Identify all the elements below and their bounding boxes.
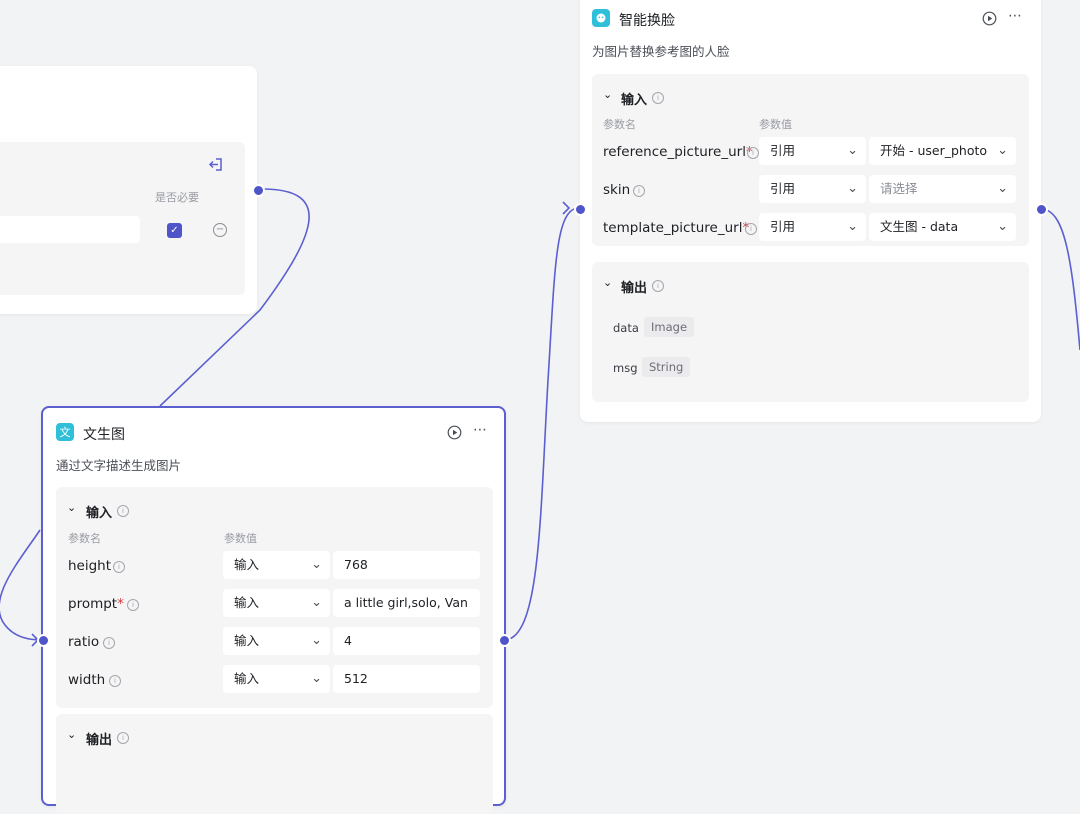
required-checkbox[interactable]: ✓ (167, 223, 182, 238)
output-section-title: 输出 (86, 733, 113, 748)
faceswap-input-section: ⌄ 输入 i 参数名 参数值 reference_picture_url* i … (592, 74, 1029, 246)
faceswap-output-port[interactable] (1035, 203, 1048, 216)
param-mode-select-reference[interactable]: 引用 ⌄ (759, 137, 866, 165)
exit-icon[interactable] (208, 157, 223, 176)
param-name-ratio: ratio (68, 634, 100, 650)
text2img-node-description: 通过文字描述生成图片 (56, 458, 182, 473)
more-options-icon[interactable]: ⋯ (473, 422, 488, 438)
faceswap-node[interactable]: 智能换脸 ⋯ 为图片替换参考图的人脸 ⌄ 输入 i 参数名 参数值 refere… (580, 0, 1041, 422)
param-mode-select-ratio[interactable]: 输入 ⌄ (223, 627, 330, 655)
output-type-badge: Image (644, 317, 695, 337)
output-section-title: 输出 (621, 281, 648, 296)
run-node-icon[interactable] (982, 11, 997, 30)
text2img-node-title: 文生图 (83, 427, 125, 443)
info-icon: i (745, 223, 757, 235)
info-icon: i (103, 637, 115, 649)
info-icon: i (633, 185, 645, 197)
output-name-data: data (613, 321, 639, 335)
info-icon: i (652, 280, 664, 292)
output-name-msg: msg (613, 361, 638, 375)
wire-left-to-text2img (0, 529, 44, 641)
start-param-name-input[interactable] (0, 216, 140, 243)
run-node-icon[interactable] (447, 425, 462, 444)
info-icon: i (652, 92, 664, 104)
param-name-height: height (68, 558, 112, 574)
faceswap-node-icon (592, 9, 610, 27)
chevron-down-icon: ⌄ (997, 143, 1008, 158)
more-options-icon[interactable]: ⋯ (1008, 8, 1023, 24)
chevron-down-icon: ⌄ (311, 633, 322, 648)
param-ref-select-template[interactable]: 文生图 - data ⌄ (869, 213, 1016, 241)
faceswap-node-title: 智能换脸 (619, 13, 675, 29)
remove-param-icon[interactable]: − (213, 223, 227, 237)
collapse-chevron-icon[interactable]: ⌄ (67, 501, 76, 514)
text2img-input-section: ⌄ 输入 i 参数名 参数值 height i 输入 ⌄ 768 prompt* … (56, 487, 493, 708)
wire-text2img-to-faceswap (503, 207, 579, 641)
param-name-width: width (68, 672, 106, 688)
text2img-node[interactable]: 文 文生图 ⋯ 通过文字描述生成图片 ⌄ 输入 i 参数名 参数值 height… (41, 406, 506, 814)
faceswap-node-description: 为图片替换参考图的人脸 (592, 44, 730, 59)
start-input-section: 是否必要 ✓ − (0, 142, 245, 295)
faceswap-input-port[interactable] (574, 203, 587, 216)
chevron-down-icon: ⌄ (997, 181, 1008, 196)
param-mode-select-height[interactable]: 输入 ⌄ (223, 551, 330, 579)
input-section-title: 输入 (621, 93, 648, 108)
param-mode-select-skin[interactable]: 引用 ⌄ (759, 175, 866, 203)
info-icon: i (113, 561, 125, 573)
text2img-node-icon: 文 (56, 423, 74, 441)
chevron-down-icon: ⌄ (311, 595, 322, 610)
chevron-down-icon: ⌄ (311, 557, 322, 572)
chevron-down-icon: ⌄ (847, 181, 858, 196)
param-name-header: 参数名 (68, 532, 101, 545)
param-mode-select-width[interactable]: 输入 ⌄ (223, 665, 330, 693)
param-value-header: 参数值 (759, 118, 792, 131)
info-icon: i (109, 675, 121, 687)
input-section-title: 输入 (86, 506, 113, 521)
chevron-down-icon: ⌄ (847, 143, 858, 158)
start-node[interactable]: 是否必要 ✓ − (0, 66, 257, 314)
param-name-skin: skin (603, 182, 631, 198)
start-output-port[interactable] (252, 184, 265, 197)
info-icon: i (117, 732, 129, 744)
text2img-output-port[interactable] (498, 634, 511, 647)
collapse-chevron-icon[interactable]: ⌄ (603, 276, 612, 289)
param-value-input-ratio[interactable]: 4 (333, 627, 480, 655)
param-value-input-height[interactable]: 768 (333, 551, 480, 579)
collapse-chevron-icon[interactable]: ⌄ (67, 728, 76, 741)
param-ref-select-skin[interactable]: 请选择 ⌄ (869, 175, 1016, 203)
param-name-reference-picture-url: reference_picture_url* (603, 144, 753, 160)
param-value-input-prompt[interactable]: a little girl,solo, Van G (333, 589, 480, 617)
text2img-input-port[interactable] (37, 634, 50, 647)
param-mode-select-template[interactable]: 引用 ⌄ (759, 213, 866, 241)
param-name-header: 参数名 (603, 118, 636, 131)
param-mode-select-prompt[interactable]: 输入 ⌄ (223, 589, 330, 617)
param-name-template-picture-url: template_picture_url* (603, 220, 750, 236)
wire-faceswap-out (1040, 208, 1080, 351)
info-icon: i (117, 505, 129, 517)
param-value-header: 参数值 (224, 532, 257, 545)
param-name-prompt: prompt* (68, 596, 124, 612)
collapse-chevron-icon[interactable]: ⌄ (603, 88, 612, 101)
wire-arrow-faceswap (562, 201, 571, 215)
param-ref-select-reference[interactable]: 开始 - user_photo ⌄ (869, 137, 1016, 165)
param-value-input-width[interactable]: 512 (333, 665, 480, 693)
info-icon: i (747, 147, 759, 159)
output-type-badge: String (642, 357, 691, 377)
faceswap-output-section: ⌄ 输出 i data Image msg String (592, 262, 1029, 402)
info-icon: i (127, 599, 139, 611)
required-column-header: 是否必要 (155, 191, 199, 204)
chevron-down-icon: ⌄ (997, 219, 1008, 234)
chevron-down-icon: ⌄ (847, 219, 858, 234)
text2img-output-section: ⌄ 输出 i (56, 714, 493, 814)
chevron-down-icon: ⌄ (311, 671, 322, 686)
